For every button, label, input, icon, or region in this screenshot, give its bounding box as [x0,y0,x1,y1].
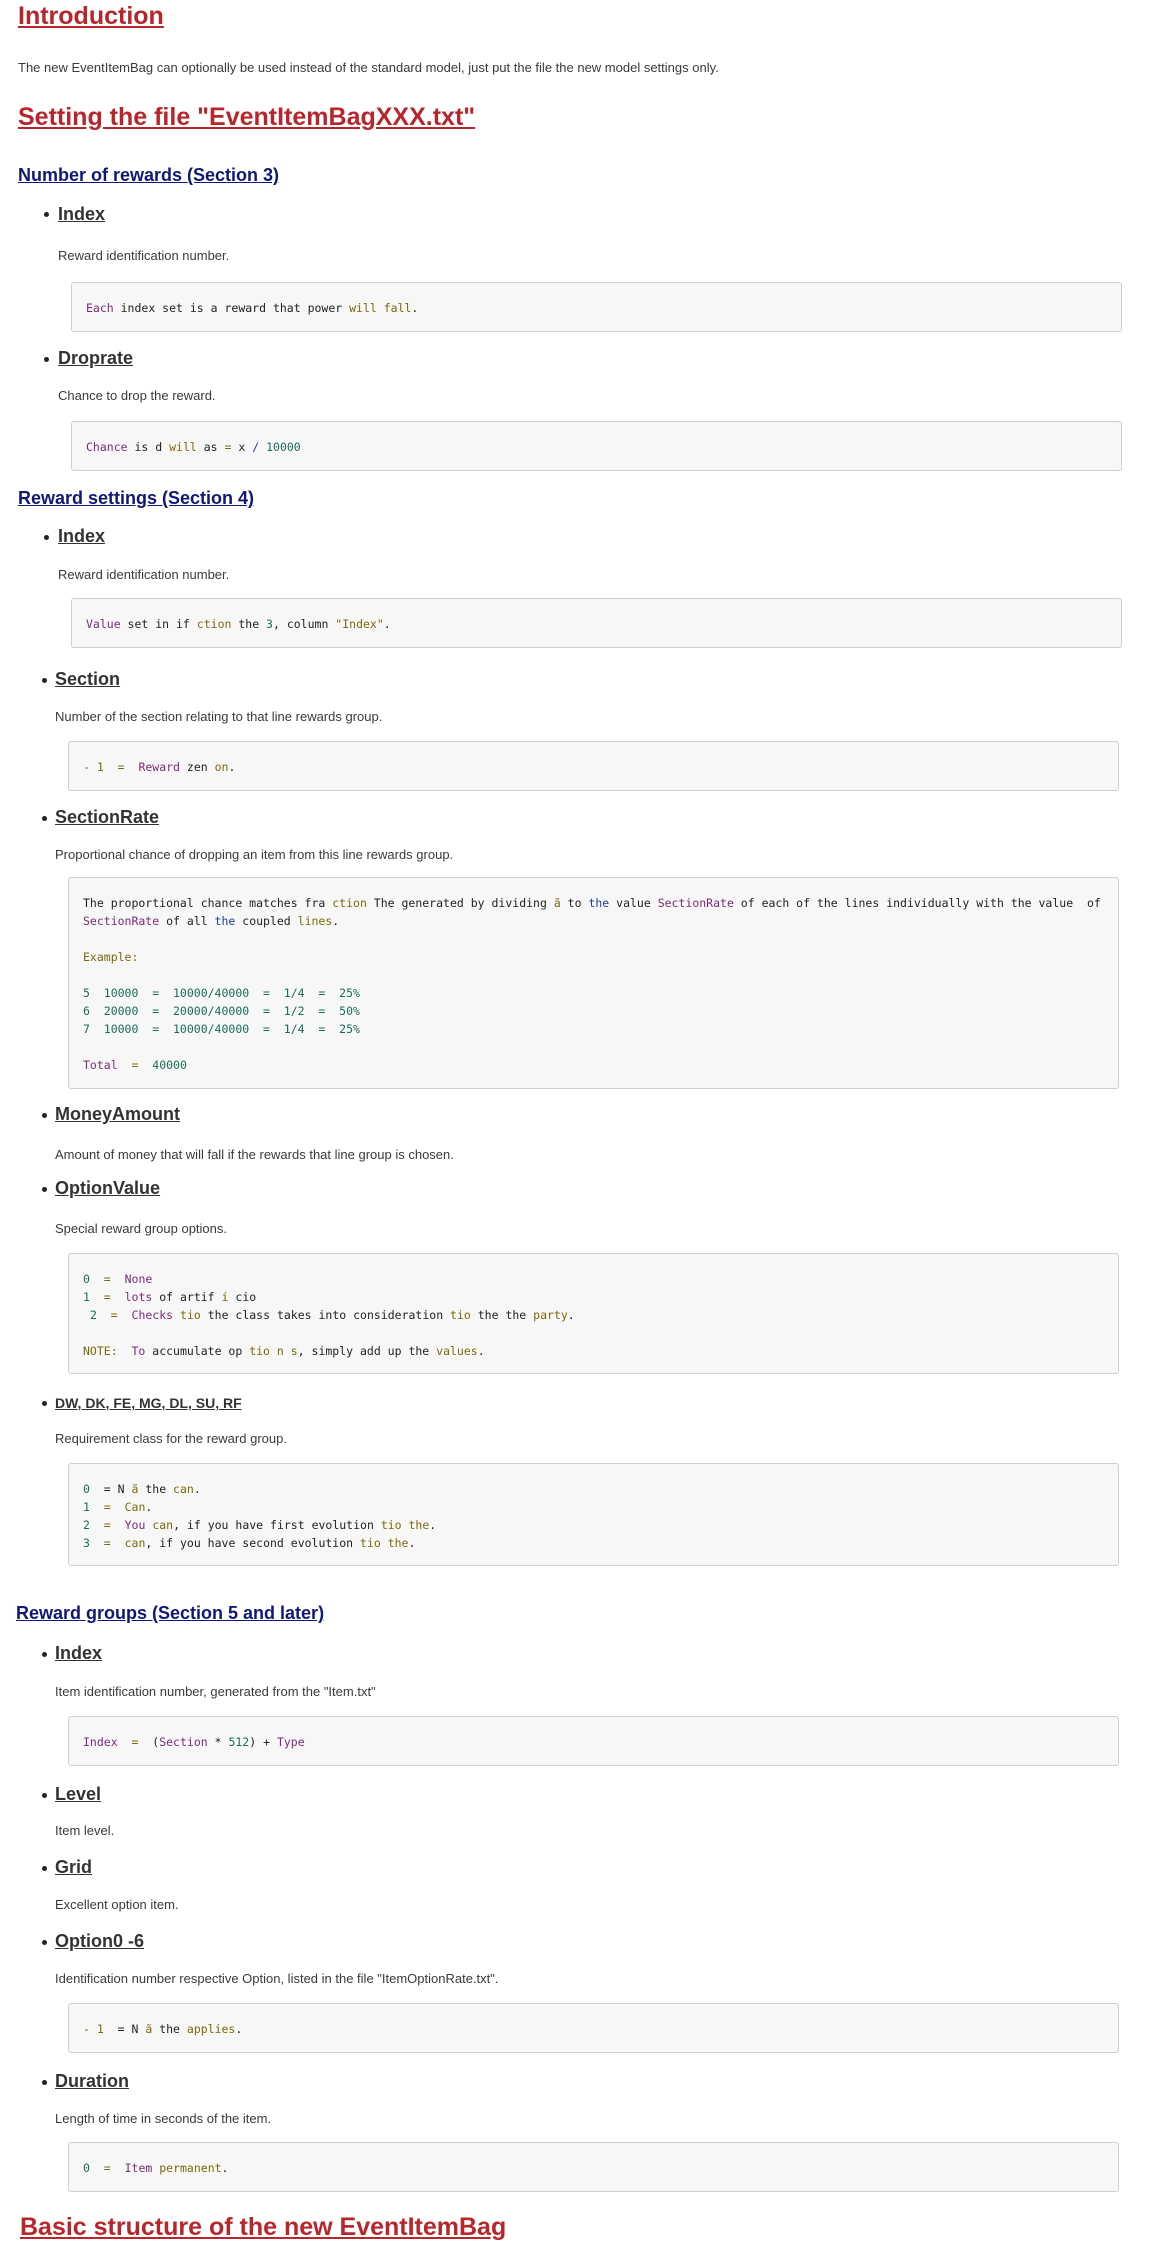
field-name-classes: DW, DK, FE, MG, DL, SU, RF [55,1395,242,1411]
field-desc-option0-6: Identification number respective Option,… [55,1971,499,1986]
field-desc-section: Number of the section relating to that l… [55,709,383,724]
field-name-index: Index [55,1643,103,1663]
code-block-index: Each index set is a reward that power wi… [71,282,1122,332]
field-name-option0-6: Option0 -6 [55,1931,144,1951]
field-desc-level: Item level. [55,1823,115,1838]
field-name-sectionrate: SectionRate [55,807,160,827]
bullet-icon [44,357,49,362]
bullet-icon [42,1940,47,1945]
code-block-index: Value set in if ction the 3, column "Ind… [71,598,1122,648]
code-block-classes: 0 = N ã the can. 1 = Can. 2 = You can, i… [68,1463,1119,1566]
number-of-rewards-heading: Number of rewards (Section 3) [18,165,280,185]
bullet-icon [44,535,49,540]
bullet-icon [42,678,47,683]
bullet-icon [42,1401,47,1406]
field-desc-droprate: Chance to drop the reward. [58,388,216,403]
code-block-index: Index = (Section * 512) + Type [68,1716,1119,1766]
field-desc-index: Item identification number, generated fr… [55,1684,376,1699]
field-desc-sectionrate: Proportional chance of dropping an item … [55,847,454,862]
field-desc-grid: Excellent option item. [55,1897,179,1912]
bullet-icon [42,1113,47,1118]
field-name-duration: Duration [55,2071,129,2091]
field-name-index: Index [58,526,106,546]
bullet-icon [42,1866,47,1871]
bullet-icon [42,1187,47,1192]
field-desc-moneyamount: Amount of money that will fall if the re… [55,1147,454,1162]
code-block-sectionrate: The proportional chance matches fra ctio… [68,877,1119,1089]
field-desc-duration: Length of time in seconds of the item. [55,2111,272,2126]
bullet-icon [42,816,47,821]
bullet-icon [42,2080,47,2085]
bullet-icon [42,1652,47,1657]
code-block-optionvalue: 0 = None 1 = lots of artif í cio 2 = Che… [68,1253,1119,1374]
field-name-droprate: Droprate [58,348,134,368]
code-block-duration: 0 = Item permanent. [68,2142,1119,2192]
reward-settings-heading: Reward settings (Section 4) [18,488,255,508]
code-block-droprate: Chance is d will as = x / 10000 [71,421,1122,471]
field-name-section: Section [55,669,121,689]
setting-file-heading: Setting the file "EventItemBagXXX.txt" [18,103,476,131]
field-name-index: Index [58,204,106,224]
field-name-level: Level [55,1784,102,1804]
field-desc-index: Reward identification number. [58,567,230,582]
field-name-moneyamount: MoneyAmount [55,1104,180,1124]
field-name-grid: Grid [55,1857,93,1877]
bullet-icon [42,1793,47,1798]
bullet-icon [44,212,49,217]
introduction-text: The new EventItemBag can optionally be u… [18,60,719,75]
introduction-heading: Introduction [18,2,164,30]
code-block-section: - 1 = Reward zen on. [68,741,1119,791]
field-desc-index: Reward identification number. [58,248,230,263]
basic-structure-heading: Basic structure of the new EventItemBag [20,2213,507,2241]
field-desc-optionvalue: Special reward group options. [55,1221,227,1236]
field-name-optionvalue: OptionValue [55,1178,161,1198]
code-block-option0-6: - 1 = N ã the applies. [68,2003,1119,2053]
reward-groups-heading: Reward groups (Section 5 and later) [16,1603,325,1623]
field-desc-classes: Requirement class for the reward group. [55,1431,287,1446]
